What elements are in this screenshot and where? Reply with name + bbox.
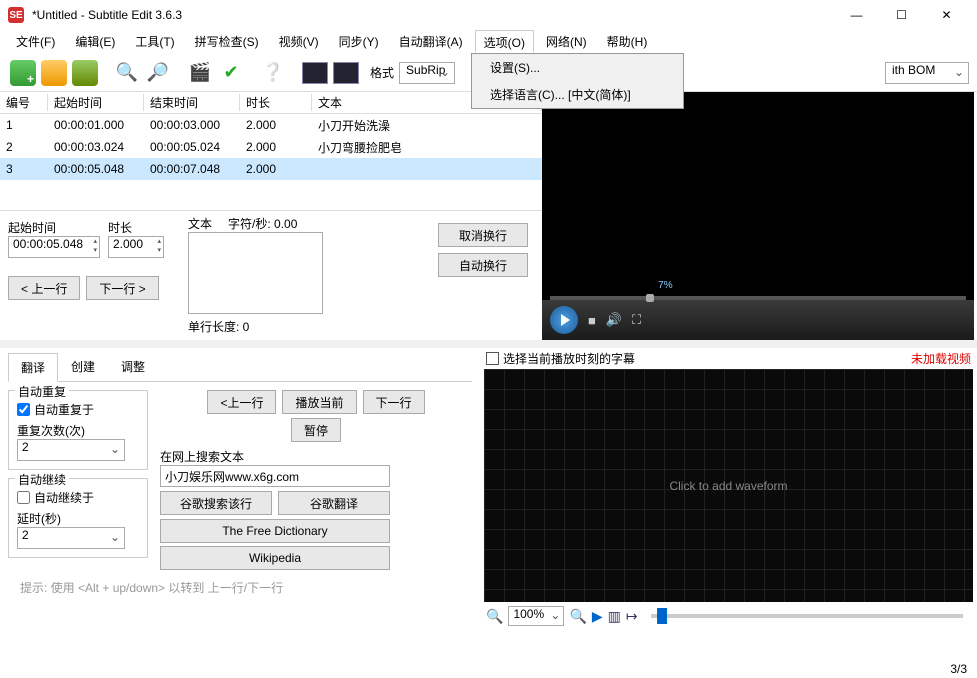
duration-input[interactable]: 2.000 <box>108 236 164 258</box>
close-button[interactable]: ✕ <box>924 0 969 30</box>
video-progress[interactable]: 7% <box>550 296 966 300</box>
video-panel[interactable]: 7% ■ 🔊 ⛶ <box>542 92 974 340</box>
delay-label: 延时(秒) <box>17 510 139 527</box>
app-icon: SE <box>8 7 24 23</box>
save-file-icon[interactable] <box>70 58 100 88</box>
menu-network[interactable]: 网络(N) <box>538 30 595 53</box>
menu-help[interactable]: 帮助(H) <box>599 30 656 53</box>
maximize-button[interactable]: ☐ <box>879 0 924 30</box>
col-end[interactable]: 结束时间 <box>144 94 240 111</box>
free-dictionary-button[interactable]: The Free Dictionary <box>160 519 390 543</box>
menu-auto-translate[interactable]: 自动翻译(A) <box>391 30 471 53</box>
text-label: 文本 <box>188 215 212 232</box>
autorepeat-checkbox[interactable] <box>17 403 30 416</box>
fullscreen-icon[interactable]: ⛶ <box>632 312 641 328</box>
start-time-label: 起始时间 <box>8 219 100 236</box>
google-search-button[interactable]: 谷歌搜索该行 <box>160 491 272 515</box>
no-video-label: 未加载视频 <box>911 350 971 367</box>
tab-translate[interactable]: 翻译 <box>8 353 58 382</box>
table-row[interactable]: 300:00:05.04800:00:07.0482.000 <box>0 158 542 180</box>
hint-label: 提示: 使用 <Alt + up/down> 以转到 上一行/下一行 <box>8 573 472 602</box>
search-label: 在网上搜索文本 <box>160 448 472 465</box>
minimize-button[interactable]: — <box>834 0 879 30</box>
autorepeat-legend: 自动重复 <box>15 383 69 400</box>
next-line-button[interactable]: 下一行 > <box>86 276 158 300</box>
open-file-icon[interactable] <box>39 58 69 88</box>
find-icon[interactable]: 🔍 <box>112 58 142 88</box>
zoom-in-icon[interactable]: 🔍 <box>569 608 586 625</box>
col-duration[interactable]: 时长 <box>240 94 312 111</box>
duration-label: 时长 <box>108 219 164 236</box>
play-prev-button[interactable]: <上一行 <box>207 390 276 414</box>
select-current-label: 选择当前播放时刻的字幕 <box>503 350 635 367</box>
search-input[interactable] <box>160 465 390 487</box>
menu-video[interactable]: 视频(V) <box>271 30 327 53</box>
format-combo[interactable]: SubRip <box>399 62 455 84</box>
repeat-count-combo[interactable]: 2 <box>17 439 125 461</box>
play-icon[interactable] <box>550 306 578 334</box>
table-row[interactable]: 200:00:03.02400:00:05.0242.000小刀弯腰捡肥皂 <box>0 136 542 158</box>
waveform-scrollbar[interactable] <box>651 614 963 618</box>
menu-spellcheck[interactable]: 拼写检查(S) <box>187 30 267 53</box>
wikipedia-button[interactable]: Wikipedia <box>160 546 390 570</box>
autobreak-button[interactable]: 自动换行 <box>438 253 528 277</box>
menu-file[interactable]: 文件(F) <box>8 30 63 53</box>
prev-line-button[interactable]: < 上一行 <box>8 276 80 300</box>
google-translate-button[interactable]: 谷歌翻译 <box>278 491 390 515</box>
menu-tools[interactable]: 工具(T) <box>127 30 182 53</box>
volume-icon[interactable]: 🔊 <box>606 312 622 328</box>
goto-icon[interactable]: ↦ <box>626 608 638 625</box>
play-current-button[interactable]: 播放当前 <box>282 390 356 414</box>
select-current-checkbox[interactable] <box>486 352 499 365</box>
dropdown-settings[interactable]: 设置(S)... <box>472 54 683 81</box>
subtitle-table[interactable]: 编号 起始时间 结束时间 时长 文本 100:00:01.00000:00:03… <box>0 92 542 210</box>
tab-create[interactable]: 创建 <box>58 352 108 381</box>
autocontinue-legend: 自动继续 <box>15 471 69 488</box>
encoding-combo[interactable]: ith BOM <box>885 62 969 84</box>
unbreak-button[interactable]: 取消换行 <box>438 223 528 247</box>
visual-sync-icon[interactable]: 🎬 <box>185 58 215 88</box>
play-next-button[interactable]: 下一行 <box>363 390 425 414</box>
table-row[interactable]: 100:00:01.00000:00:03.0002.000小刀开始洗澡 <box>0 114 542 136</box>
video-icon[interactable] <box>331 58 361 88</box>
menu-sync[interactable]: 同步(Y) <box>331 30 387 53</box>
waveform-hint: Click to add waveform <box>669 479 787 493</box>
dropdown-language[interactable]: 选择语言(C)... [中文(简体)] <box>472 81 683 108</box>
repeat-count-label: 重复次数(次) <box>17 422 139 439</box>
waveform-icon[interactable] <box>300 58 330 88</box>
spellcheck-icon[interactable]: ✔ <box>216 58 246 88</box>
col-number[interactable]: 编号 <box>0 94 48 111</box>
snap-icon[interactable]: ▥ <box>608 608 621 625</box>
play-selection-icon[interactable]: ▶ <box>592 608 603 625</box>
subtitle-text-input[interactable] <box>188 232 323 314</box>
pause-button[interactable]: 暂停 <box>291 418 341 442</box>
format-label: 格式 <box>370 64 394 81</box>
zoom-combo[interactable]: 100% <box>508 606 564 626</box>
new-file-icon[interactable]: + <box>8 58 38 88</box>
window-title: *Untitled - Subtitle Edit 3.6.3 <box>32 8 834 22</box>
options-dropdown: 设置(S)... 选择语言(C)... [中文(简体)] <box>471 53 684 109</box>
autocontinue-checkbox[interactable] <box>17 491 30 504</box>
help-icon[interactable]: ❔ <box>258 58 288 88</box>
menu-edit[interactable]: 编辑(E) <box>67 30 123 53</box>
menu-options[interactable]: 选项(O) <box>475 30 534 53</box>
start-time-input[interactable]: 00:00:05.048 <box>8 236 100 258</box>
waveform-area[interactable]: Click to add waveform <box>484 369 973 602</box>
zoom-out-icon[interactable]: 🔍 <box>486 608 503 625</box>
chars-per-sec: 字符/秒: 0.00 <box>228 215 297 232</box>
status-position: 3/3 <box>950 662 967 676</box>
col-start[interactable]: 起始时间 <box>48 94 144 111</box>
tab-adjust[interactable]: 调整 <box>108 352 158 381</box>
replace-icon[interactable]: 🔎 <box>143 58 173 88</box>
stop-icon[interactable]: ■ <box>588 313 596 328</box>
delay-combo[interactable]: 2 <box>17 527 125 549</box>
line-length-label: 单行长度: 0 <box>188 318 428 335</box>
